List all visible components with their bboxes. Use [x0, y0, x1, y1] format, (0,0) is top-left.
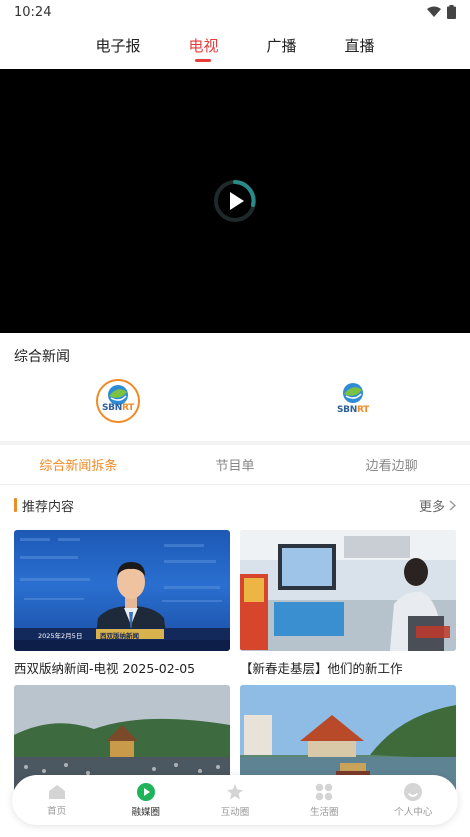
nav-home[interactable]: 首页	[12, 775, 101, 825]
bottom-nav: 首页 融媒圈 互动圈 生活圈 个人中心	[12, 775, 458, 825]
user-icon	[404, 782, 423, 801]
card-thumbnail: 2025年2月5日 西双版纳新闻	[14, 530, 230, 651]
top-tab-bar: 电子报 电视 广播 直播	[0, 26, 470, 68]
home-icon	[48, 784, 65, 799]
content-card[interactable]: 2025年2月5日 西双版纳新闻 西双版纳新闻-电视 2025-02-05	[14, 530, 230, 677]
grid-icon	[315, 783, 333, 800]
status-bar: 10:24	[0, 0, 470, 24]
play-circle-icon	[136, 782, 155, 801]
tab-live[interactable]: 直播	[345, 26, 375, 64]
nav-label: 互动圈	[220, 806, 250, 818]
sbnrt-logo-icon	[343, 383, 363, 403]
tab-watch-and-chat[interactable]: 边看边聊	[313, 445, 470, 484]
star-icon	[227, 783, 243, 799]
nav-life-circle[interactable]: 生活圈	[280, 775, 369, 825]
nav-label: 生活圈	[309, 806, 339, 818]
nav-profile[interactable]: 个人中心	[369, 775, 458, 825]
recommend-title: 推荐内容	[14, 496, 74, 515]
chevron-right-icon	[449, 499, 456, 511]
title-accent-bar	[14, 498, 17, 512]
thumb-date-text: 2025年2月5日	[38, 632, 83, 640]
status-time: 10:24	[14, 4, 52, 20]
channel-section: 综合新闻 SBNRT SBNRT	[0, 333, 470, 441]
thumb-caption-text: 西双版纳新闻	[100, 632, 139, 640]
channel-logo-text: SBNRT	[101, 403, 135, 413]
sbnrt-logo-icon	[108, 385, 128, 405]
nav-label: 个人中心	[394, 806, 433, 818]
wifi-icon	[427, 6, 441, 17]
tab-program-guide[interactable]: 节目单	[157, 445, 314, 484]
nav-label: 融媒圈	[131, 806, 161, 818]
play-button[interactable]	[213, 179, 257, 223]
card-title: 西双版纳新闻-电视 2025-02-05	[14, 661, 196, 676]
nav-media-circle[interactable]: 融媒圈	[101, 775, 190, 825]
content-card[interactable]: 【新春走基层】他们的新工作	[240, 530, 456, 677]
tab-news-clips[interactable]: 综合新闻拆条	[0, 445, 157, 484]
status-icons	[427, 5, 456, 19]
play-icon	[214, 180, 256, 222]
battery-icon	[447, 5, 456, 19]
channel-logo[interactable]: SBNRT	[331, 379, 375, 423]
more-button[interactable]: 更多	[419, 496, 456, 515]
channel-section-title: 综合新闻	[14, 349, 70, 365]
card-title: 【新春走基层】他们的新工作	[240, 661, 403, 676]
office-scene-image	[240, 530, 456, 651]
card-thumbnail	[240, 530, 456, 651]
sub-tab-bar: 综合新闻拆条 节目单 边看边聊	[0, 445, 470, 485]
recommend-header: 推荐内容 更多	[14, 494, 456, 516]
tab-radio[interactable]: 广播	[267, 26, 297, 64]
nav-interactive-circle[interactable]: 互动圈	[190, 775, 279, 825]
tab-epaper[interactable]: 电子报	[95, 26, 140, 64]
video-player[interactable]	[0, 69, 470, 333]
channel-logo-text: SBNRT	[336, 405, 370, 415]
nav-label: 首页	[47, 805, 67, 817]
tab-tv[interactable]: 电视	[188, 26, 219, 64]
channel-logo-selected[interactable]: SBNRT	[96, 379, 140, 423]
